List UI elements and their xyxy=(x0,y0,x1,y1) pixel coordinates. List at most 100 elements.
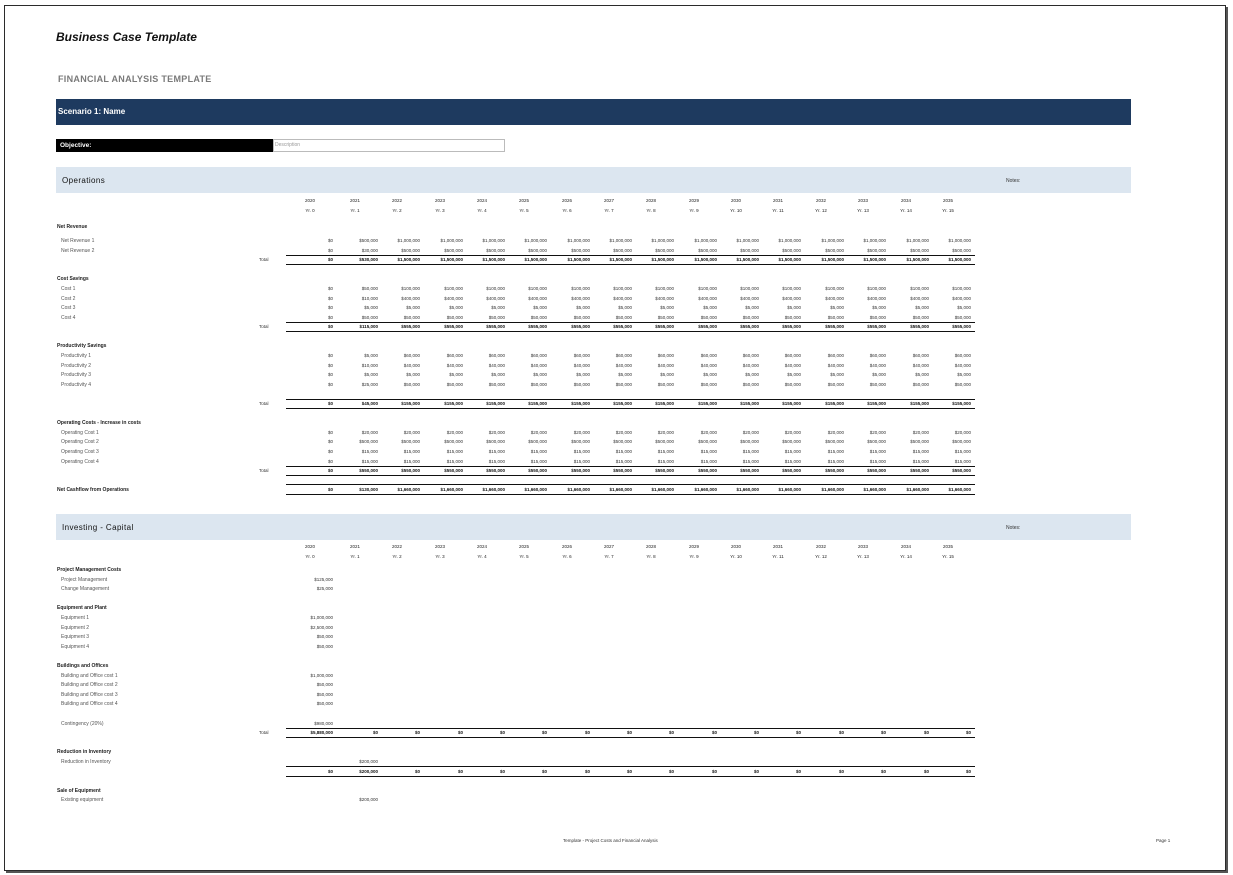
ops-cell-0-1-4: $500,000 xyxy=(486,248,505,253)
ops-cell-2-0-10: $60,000 xyxy=(742,353,759,358)
ops-cell-3-0-10: $20,000 xyxy=(742,430,759,435)
ops-cell-3-3-14: $15,000 xyxy=(912,459,929,464)
page-number: Page 1 xyxy=(1156,838,1171,843)
ops-cell-1-3-14: $50,000 xyxy=(912,315,929,320)
inventory-group: Reduction in Inventory xyxy=(57,749,112,755)
ops-cell-1-2-0: $0 xyxy=(327,305,333,310)
ops-cell-3-0-5: $20,000 xyxy=(530,430,547,435)
ops-row-label-2-2: Productivity 3 xyxy=(61,372,92,378)
ops-yr-label-5: Yr. 5 xyxy=(519,208,529,213)
ops-cell-3-0-9: $20,000 xyxy=(700,430,717,435)
ops-cell-0-0-7: $1,000,000 xyxy=(609,238,632,243)
inventory-rule-top xyxy=(286,766,975,767)
ops-cell-1-2-7: $5,000 xyxy=(618,305,632,310)
inv-year-14: 2034 xyxy=(900,544,911,549)
ops-year-8: 2028 xyxy=(645,198,656,203)
ops-total-2-6: $155,000 xyxy=(571,401,590,406)
ops-cell-0-1-0: $0 xyxy=(327,248,333,253)
ops-cell-0-1-9: $500,000 xyxy=(698,248,717,253)
ops-cell-1-3-13: $50,000 xyxy=(869,315,886,320)
ops-cell-3-2-4: $15,000 xyxy=(488,449,505,454)
ops-yr-label-1: Yr. 1 xyxy=(350,208,360,213)
ops-cell-0-1-10: $500,000 xyxy=(740,248,759,253)
ops-cell-2-2-6: $5,000 xyxy=(576,372,590,377)
ops-cell-3-0-11: $20,000 xyxy=(784,430,801,435)
ops-cell-3-2-15: $15,000 xyxy=(954,449,971,454)
ops-cell-3-3-11: $15,000 xyxy=(784,459,801,464)
ops-cell-2-0-8: $60,000 xyxy=(657,353,674,358)
ops-cell-0-0-4: $1,000,000 xyxy=(482,238,505,243)
ops-cell-0-1-5: $500,000 xyxy=(528,248,547,253)
ops-row-label-0-1: Net Revenue 2 xyxy=(61,248,95,254)
ops-cell-2-2-9: $5,000 xyxy=(703,372,717,377)
inv-yr-label-11: Yr. 11 xyxy=(772,554,784,559)
ops-row-label-3-0: Operating Cost 1 xyxy=(61,430,99,436)
net-cashflow-1: $130,000 xyxy=(359,487,378,492)
ops-cell-1-0-2: $100,000 xyxy=(401,286,420,291)
ops-cell-3-2-0: $0 xyxy=(327,449,333,454)
ops-cell-3-1-14: $500,000 xyxy=(910,439,929,444)
inv-yr-label-1: Yr. 1 xyxy=(350,554,360,559)
capital-total-7: $0 xyxy=(626,730,632,735)
ops-row-label-1-2: Cost 3 xyxy=(61,305,76,311)
ops-total-0-5: $1,500,000 xyxy=(524,257,547,262)
ops-cell-2-2-1: $5,000 xyxy=(364,372,378,377)
ops-row-label-2-0: Productivity 1 xyxy=(61,353,92,359)
ops-cell-3-1-5: $500,000 xyxy=(528,439,547,444)
ops-total-0-4: $1,500,000 xyxy=(482,257,505,262)
inv-year-2: 2022 xyxy=(391,544,402,549)
capital-total-label: Total xyxy=(259,730,269,735)
ops-cell-1-1-15: $400,000 xyxy=(952,296,971,301)
ops-cell-2-0-0: $0 xyxy=(327,353,333,358)
ops-total-0-2: $1,500,000 xyxy=(397,257,420,262)
inv-year-6: 2026 xyxy=(561,544,572,549)
inv-yr-label-4: Yr. 4 xyxy=(477,554,487,559)
ops-cell-1-1-6: $400,000 xyxy=(571,296,590,301)
net-cashflow-2: $1,660,000 xyxy=(397,487,420,492)
ops-cell-1-2-6: $5,000 xyxy=(576,305,590,310)
sale-group: Sale of Equipment xyxy=(57,788,101,794)
ops-total-rule-bottom-2 xyxy=(286,408,975,409)
ops-year-0: 2020 xyxy=(304,198,315,203)
ops-total-3-11: $550,000 xyxy=(782,468,801,473)
inv-yr-label-8: Yr. 8 xyxy=(646,554,656,559)
objective-description-field[interactable]: Description xyxy=(273,139,505,152)
ops-cell-1-0-1: $50,000 xyxy=(361,286,378,291)
ops-year-3: 2023 xyxy=(434,198,445,203)
ops-total-0-1: $530,000 xyxy=(359,257,378,262)
investing-notes-label: Notes: xyxy=(1006,525,1021,531)
ops-cell-1-0-10: $100,000 xyxy=(740,286,759,291)
ops-cell-0-1-2: $500,000 xyxy=(401,248,420,253)
ops-total-0-11: $1,500,000 xyxy=(778,257,801,262)
ops-group-2: Productivity Savings xyxy=(57,343,107,349)
ops-cell-3-2-7: $15,000 xyxy=(615,449,632,454)
ops-cell-1-3-0: $0 xyxy=(327,315,333,320)
ops-cell-2-1-3: $40,000 xyxy=(446,363,463,368)
ops-cell-2-0-6: $60,000 xyxy=(573,353,590,358)
ops-total-1-7: $555,000 xyxy=(613,324,632,329)
ops-total-3-0: $0 xyxy=(327,468,333,473)
inv-year-1: 2021 xyxy=(349,544,360,549)
ops-cell-1-0-13: $100,000 xyxy=(867,286,886,291)
ops-cell-1-3-9: $50,000 xyxy=(700,315,717,320)
ops-cell-2-0-1: $5,000 xyxy=(364,353,378,358)
inv-row-label-2-0: Building and Office cost 1 xyxy=(61,673,118,679)
ops-total-1-9: $555,000 xyxy=(698,324,717,329)
ops-cell-1-2-14: $5,000 xyxy=(915,305,929,310)
ops-cell-2-0-11: $60,000 xyxy=(784,353,801,358)
ops-yr-label-6: Yr. 6 xyxy=(562,208,572,213)
ops-total-2-4: $155,000 xyxy=(486,401,505,406)
inv-year-3: 2023 xyxy=(434,544,445,549)
ops-cell-3-3-4: $15,000 xyxy=(488,459,505,464)
ops-total-0-15: $1,500,000 xyxy=(948,257,971,262)
net-rule-bottom xyxy=(286,494,975,495)
ops-cell-2-3-12: $50,000 xyxy=(827,382,844,387)
scenario-name[interactable]: Scenario 1: Name xyxy=(58,107,125,116)
inventory-total-9: $0 xyxy=(711,769,717,774)
ops-row-label-2-3: Productivity 4 xyxy=(61,382,92,388)
ops-cell-3-0-13: $20,000 xyxy=(869,430,886,435)
capital-total-6: $0 xyxy=(584,730,590,735)
ops-cell-2-1-14: $40,000 xyxy=(912,363,929,368)
ops-cell-2-2-0: $0 xyxy=(327,372,333,377)
ops-cell-3-0-7: $20,000 xyxy=(615,430,632,435)
